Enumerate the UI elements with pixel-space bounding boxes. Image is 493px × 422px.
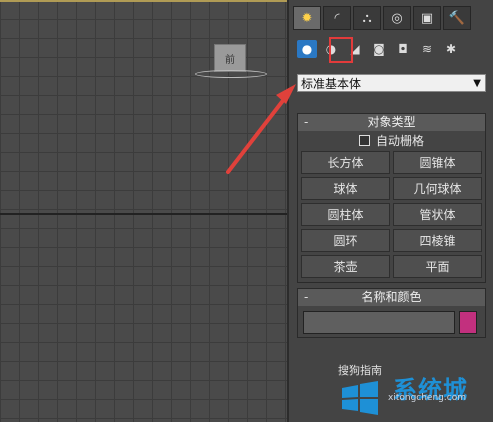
windows-logo-icon [342, 381, 378, 415]
annotation-arrow [226, 84, 296, 174]
watermark-sogou: 搜狗指南 [338, 364, 382, 377]
watermark-url: xitongcheng.com [388, 393, 466, 403]
